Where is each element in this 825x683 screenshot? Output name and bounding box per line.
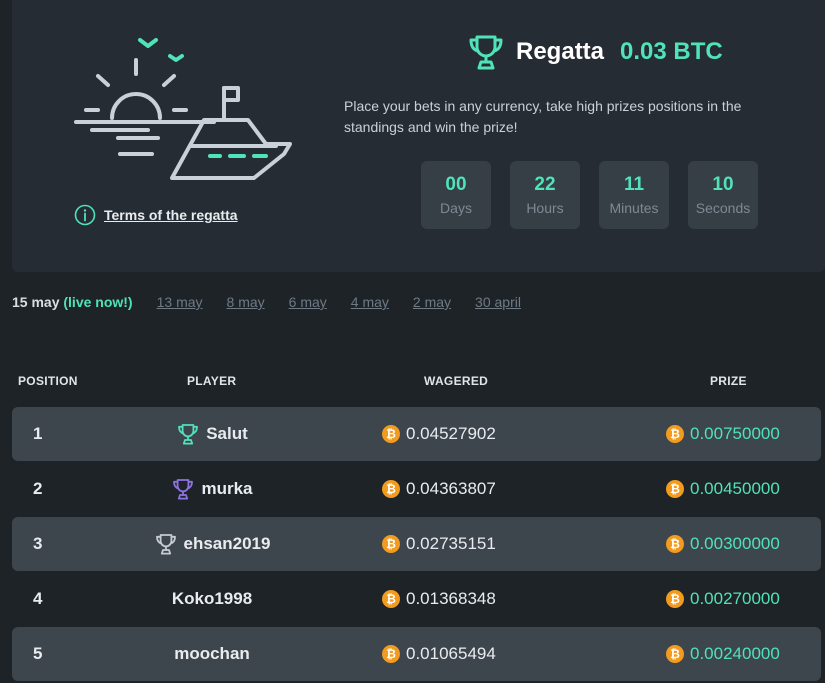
date-tabs: 15 may (live now!) 13 may 8 may 6 may 4 … [12,294,521,310]
row-player: ehsan2019 [112,517,312,571]
header-player: PLAYER [187,374,237,388]
timer-hours-value: 22 [534,174,556,195]
date-tab-current[interactable]: 15 may (live now!) [12,294,133,310]
wagered-value: 0.04363807 [406,479,496,498]
row-wagered: ₿ 0.04363807 [382,462,496,516]
trophy-icon [469,35,503,70]
regatta-hero: Terms of the regatta Regatta 0.03 BTC Pl… [12,0,825,272]
silver-trophy-icon [155,534,176,555]
row-position: 4 [33,589,43,608]
row-prize: ₿ 0.00270000 [666,572,780,626]
bitcoin-icon: ₿ [382,480,400,498]
row-wagered: ₿ 0.01368348 [382,572,496,626]
bitcoin-icon: ₿ [666,645,684,663]
bitcoin-icon: ₿ [666,590,684,608]
timer-hours: 22 Hours [510,161,580,229]
date-tab-2-may[interactable]: 2 may [413,294,451,310]
row-player: Salut [112,407,312,461]
row-player: murka [112,462,312,516]
regatta-title: Regatta 0.03 BTC [466,32,723,72]
table-row: 4 Koko1998 ₿ 0.01368348 ₿ 0.00270000 [12,572,821,626]
terms-link-row[interactable]: Terms of the regatta [74,204,238,226]
prize-value: 0.00270000 [690,589,780,608]
gold-trophy-icon [178,424,199,445]
bitcoin-icon: ₿ [666,535,684,553]
row-position: 2 [33,479,43,498]
table-row: 2 murka ₿ 0.04363807 ₿ 0.00450000 [12,462,821,516]
live-badge: (live now!) [63,294,133,310]
bitcoin-icon: ₿ [382,535,400,553]
wagered-value: 0.01065494 [406,644,496,663]
bitcoin-icon: ₿ [382,645,400,663]
date-tab-6-may[interactable]: 6 may [289,294,327,310]
bitcoin-icon: ₿ [666,480,684,498]
date-tab-30-april[interactable]: 30 april [475,294,521,310]
row-prize: ₿ 0.00450000 [666,462,780,516]
bitcoin-icon: ₿ [382,425,400,443]
terms-of-regatta-link[interactable]: Terms of the regatta [104,207,238,223]
row-position: 3 [33,534,43,553]
timer-days: 00 Days [421,161,491,229]
table-row: 1 Salut ₿ 0.04527902 ₿ 0.00750000 [12,407,821,461]
timer-seconds-value: 10 [712,174,734,195]
prize-value: 0.00450000 [690,479,780,498]
date-tab-4-may[interactable]: 4 may [351,294,389,310]
regatta-title-text: Regatta [516,38,605,65]
wagered-value: 0.01368348 [406,589,496,608]
date-current-label: 15 may [12,294,60,310]
row-position: 1 [33,424,43,443]
boat-sunset-illustration [74,38,292,180]
row-player: moochan [112,627,312,681]
prize-value: 0.00300000 [690,534,780,553]
timer-seconds-label: Seconds [695,200,751,216]
row-prize: ₿ 0.00240000 [666,627,780,681]
row-wagered: ₿ 0.04527902 [382,407,496,461]
countdown-timer: 00 Days 22 Hours 11 Minutes 10 Seconds [421,161,758,229]
purple-trophy-icon [173,479,194,500]
prize-value: 0.00750000 [690,424,780,443]
row-wagered: ₿ 0.01065494 [382,627,496,681]
row-prize: ₿ 0.00750000 [666,407,780,461]
regatta-prize-amount: 0.03 BTC [620,38,723,65]
row-player: Koko1998 [112,572,312,626]
table-row: 5 moochan ₿ 0.01065494 ₿ 0.00240000 [12,627,821,681]
table-row: 3 ehsan2019 ₿ 0.02735151 ₿ 0.00300000 [12,517,821,571]
bitcoin-icon: ₿ [666,425,684,443]
header-wagered: WAGERED [424,374,489,388]
row-prize: ₿ 0.00300000 [666,517,780,571]
timer-days-label: Days [440,200,472,216]
date-tab-8-may[interactable]: 8 may [227,294,265,310]
timer-minutes: 11 Minutes [599,161,669,229]
timer-days-value: 00 [445,174,467,195]
player-name[interactable]: murka [201,479,252,499]
wagered-value: 0.04527902 [406,424,496,443]
info-icon [74,204,96,226]
timer-seconds: 10 Seconds [688,161,758,229]
player-name[interactable]: moochan [174,644,250,664]
player-name[interactable]: Koko1998 [172,589,252,609]
date-tab-13-may[interactable]: 13 may [157,294,203,310]
timer-hours-label: Hours [526,200,564,216]
row-wagered: ₿ 0.02735151 [382,517,496,571]
player-name[interactable]: ehsan2019 [184,534,271,554]
header-position: POSITION [18,374,78,388]
prize-value: 0.00240000 [690,644,780,663]
row-position: 5 [33,644,43,663]
player-name[interactable]: Salut [206,424,248,444]
wagered-value: 0.02735151 [406,534,496,553]
regatta-description: Place your bets in any currency, take hi… [344,98,742,135]
table-header: POSITION PLAYER WAGERED PRIZE [0,374,825,390]
timer-minutes-label: Minutes [609,200,659,216]
timer-minutes-value: 11 [623,174,645,195]
header-prize: PRIZE [710,374,747,388]
bitcoin-icon: ₿ [382,590,400,608]
